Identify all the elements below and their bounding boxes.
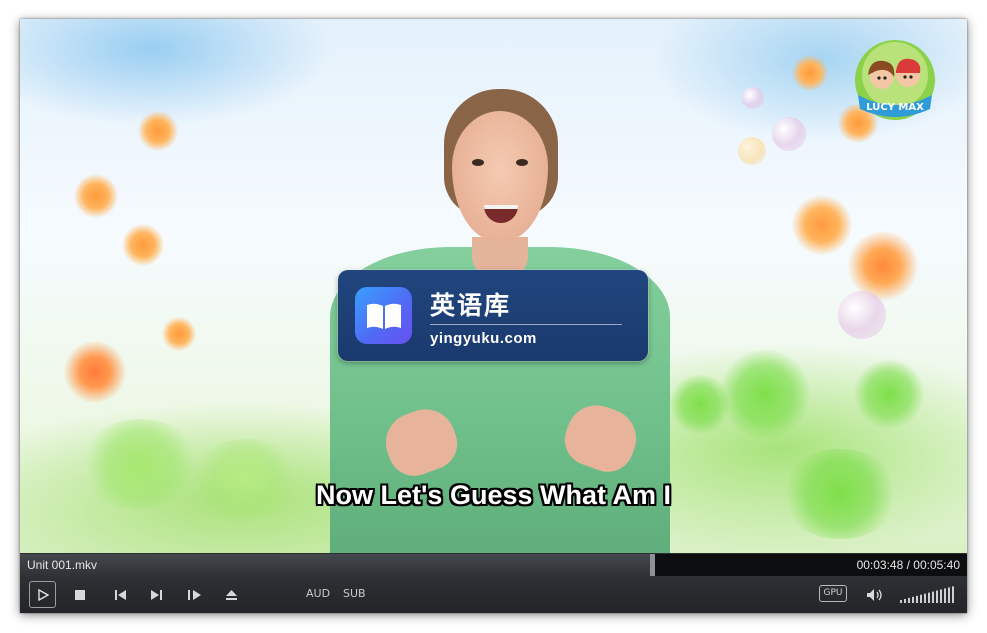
watermark-name: 英语库 bbox=[430, 291, 512, 320]
stop-button[interactable] bbox=[68, 584, 92, 606]
file-name: Unit 001.mkv bbox=[27, 558, 98, 572]
previous-button[interactable] bbox=[108, 584, 132, 606]
volume-bar[interactable] bbox=[936, 590, 938, 603]
decor-leaf bbox=[720, 349, 810, 439]
decor-flower bbox=[64, 341, 126, 403]
play-button[interactable] bbox=[29, 581, 56, 608]
volume-bar[interactable] bbox=[940, 589, 942, 604]
decor-flower bbox=[138, 111, 178, 151]
channel-logo: LUCY MAX bbox=[855, 40, 935, 120]
decor-bubble bbox=[738, 137, 766, 165]
audio-track-button[interactable]: AUD bbox=[306, 587, 330, 600]
presenter-eye bbox=[472, 159, 484, 166]
subtitle-text: Now Let's Guess What Am I bbox=[316, 480, 671, 510]
volume-bar[interactable] bbox=[948, 587, 950, 603]
media-player-window: LUCY MAX 英语库 yingyuku.com Now Let's Gues… bbox=[20, 19, 967, 613]
volume-bar[interactable] bbox=[932, 591, 934, 603]
book-icon bbox=[355, 287, 412, 344]
decor-bubble bbox=[838, 291, 886, 339]
control-bar: AUD SUB GPU bbox=[20, 576, 967, 613]
next-button[interactable] bbox=[144, 584, 168, 606]
volume-bar[interactable] bbox=[900, 600, 902, 603]
seek-progress bbox=[20, 554, 654, 576]
decor-flower bbox=[792, 195, 852, 255]
time-display: 00:03:48 / 00:05:40 bbox=[856, 558, 960, 572]
play-icon bbox=[37, 588, 49, 601]
channel-logo-text: LUCY MAX bbox=[866, 102, 924, 113]
volume-bar[interactable] bbox=[952, 586, 954, 603]
decor-leaf bbox=[854, 359, 924, 429]
volume-bar[interactable] bbox=[904, 598, 906, 603]
decor-bubble bbox=[742, 87, 764, 109]
watermark-domain: yingyuku.com bbox=[430, 330, 537, 347]
decor-flower bbox=[792, 55, 828, 91]
seek-bar[interactable]: Unit 001.mkv 00:03:48 / 00:05:40 bbox=[20, 553, 967, 576]
next-icon bbox=[150, 590, 162, 600]
mute-button[interactable] bbox=[863, 584, 887, 606]
volume-bar[interactable] bbox=[920, 594, 922, 603]
gpu-button[interactable]: GPU bbox=[819, 585, 847, 602]
decor-flower bbox=[74, 174, 118, 218]
decor-bubble bbox=[772, 117, 806, 151]
volume-bar[interactable] bbox=[928, 592, 930, 603]
watermark-divider bbox=[430, 324, 622, 325]
decor-flower bbox=[162, 317, 196, 351]
decor-flower bbox=[122, 224, 164, 266]
volume-bar[interactable] bbox=[916, 595, 918, 603]
volume-bar[interactable] bbox=[912, 596, 914, 603]
watermark-badge: 英语库 yingyuku.com bbox=[338, 270, 648, 361]
eject-button[interactable] bbox=[219, 584, 243, 606]
stop-icon bbox=[75, 590, 85, 600]
eject-icon bbox=[225, 590, 237, 600]
volume-slider[interactable] bbox=[900, 586, 956, 604]
speaker-icon bbox=[867, 589, 882, 601]
video-frame[interactable]: LUCY MAX 英语库 yingyuku.com Now Let's Gues… bbox=[20, 19, 967, 553]
seek-thumb[interactable] bbox=[650, 554, 655, 576]
frame-step-icon bbox=[187, 590, 201, 600]
subtitle-track-button[interactable]: SUB bbox=[343, 587, 366, 600]
frame-step-button[interactable] bbox=[182, 584, 206, 606]
volume-bar[interactable] bbox=[924, 593, 926, 603]
volume-bar[interactable] bbox=[944, 588, 946, 603]
previous-icon bbox=[114, 590, 126, 600]
presenter-eye bbox=[516, 159, 528, 166]
volume-bar[interactable] bbox=[908, 597, 910, 603]
